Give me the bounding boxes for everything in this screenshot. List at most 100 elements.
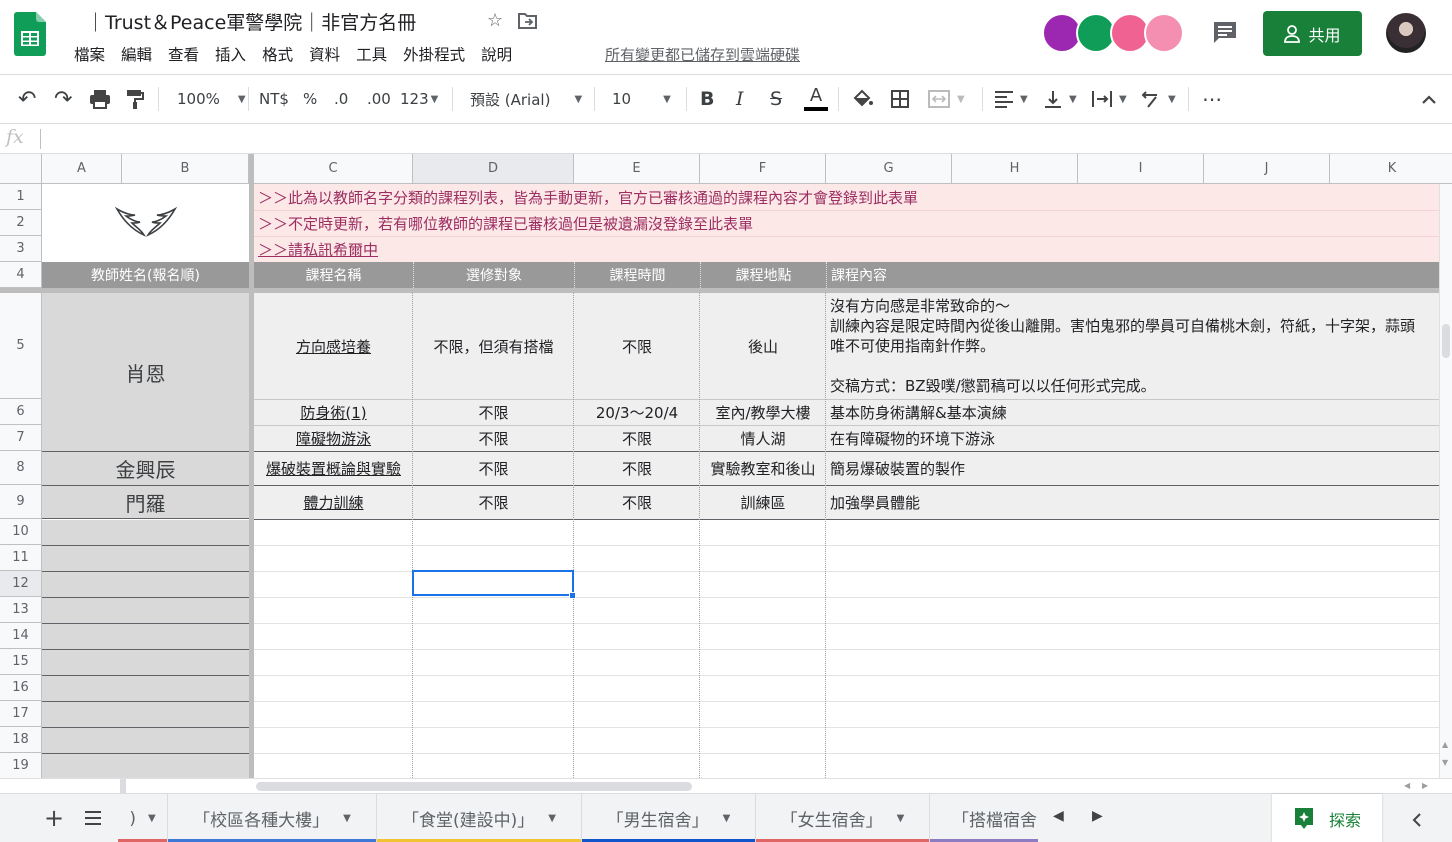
menu-help[interactable]: 說明 [473, 43, 520, 65]
column-header-i[interactable]: I [1078, 154, 1204, 184]
course-content-cell[interactable]: 簡易爆破裝置的製作 [826, 451, 1439, 485]
row-header-9[interactable]: 9 [0, 485, 42, 519]
sheet-tab-cafeteria[interactable]: 「食堂(建設中)」 ▼ [377, 794, 582, 842]
course-name-cell[interactable]: 體力訓練 [254, 485, 413, 519]
row-header-6[interactable]: 6 [0, 399, 42, 425]
undo-icon[interactable]: ↶ [18, 75, 36, 123]
collapse-menu-icon[interactable] [1421, 75, 1437, 123]
fill-color-icon[interactable] [852, 75, 874, 123]
all-sheets-icon[interactable] [84, 810, 102, 826]
course-location-cell[interactable]: 後山 [700, 293, 826, 399]
column-header-c[interactable]: C [254, 154, 413, 184]
column-header-b[interactable]: B [122, 154, 249, 184]
scroll-tabs-left-icon[interactable]: ◀ [1053, 808, 1064, 824]
course-target-cell[interactable]: 不限 [413, 451, 574, 485]
course-name-cell[interactable]: 爆破裝置概論與實驗 [254, 451, 413, 485]
course-time-cell[interactable]: 20/3～20/4 [574, 399, 700, 425]
add-sheet-icon[interactable]: + [44, 804, 64, 832]
vertical-scroll-thumb[interactable] [1442, 324, 1450, 358]
document-title[interactable]: ｜Trust＆Peace軍警學院｜非官方名冊 [86, 8, 416, 35]
menu-edit[interactable]: 編輯 [113, 43, 160, 65]
decrease-decimal-button[interactable]: .0 [334, 75, 348, 123]
star-icon[interactable]: ☆ [487, 10, 503, 31]
row-header-16[interactable]: 16 [0, 675, 42, 701]
header-course[interactable]: 課程名稱 [254, 262, 413, 288]
menu-tools[interactable]: 工具 [348, 43, 395, 65]
course-location-cell[interactable]: 情人湖 [700, 425, 826, 451]
sheet-tab-campus-buildings[interactable]: 「校區各種大樓」 ▼ [168, 794, 377, 842]
borders-icon[interactable] [890, 75, 910, 123]
formula-input[interactable] [40, 129, 41, 149]
course-name[interactable]: 防身術(1) [300, 402, 366, 423]
row-header-2[interactable]: 2 [0, 210, 42, 236]
course-target-cell[interactable]: 不限，但須有搭檔 [413, 293, 574, 399]
italic-button[interactable]: I [736, 75, 744, 123]
percent-format-button[interactable]: % [303, 75, 317, 123]
column-header-j[interactable]: J [1204, 154, 1330, 184]
course-target-cell[interactable]: 不限 [413, 485, 574, 519]
font-size-select[interactable]: 10 ▼ [612, 75, 671, 123]
row-header-18[interactable]: 18 [0, 727, 42, 753]
course-name[interactable]: 障礙物游泳 [296, 428, 371, 449]
font-family-select[interactable]: 預設 (Arial) ▼ [470, 75, 582, 123]
course-name-cell[interactable]: 防身術(1) [254, 399, 413, 425]
menu-view[interactable]: 查看 [160, 43, 207, 65]
sheet-tab-partial[interactable]: ) ▼ [118, 794, 168, 842]
select-all-corner[interactable] [0, 154, 42, 184]
teacher-cell-1[interactable]: 肖恩 [42, 293, 249, 451]
course-content-cell[interactable]: 沒有方向感是非常致命的～ 訓練內容是限定時間內從後山離開。害怕鬼邪的學員可自備桃… [826, 293, 1439, 399]
teacher-cell-2[interactable]: 金興辰 [42, 451, 249, 485]
row-header-7[interactable]: 7 [0, 425, 42, 451]
side-panel-toggle-icon[interactable] [1412, 812, 1422, 828]
horizontal-align-icon[interactable]: ▼ [994, 75, 1028, 123]
row-header-12[interactable]: 12 [0, 571, 42, 597]
spreadsheet-grid[interactable]: A B C D E F G H I J K 1 2 3 4 5 6 7 8 9 … [0, 154, 1452, 778]
vertical-scrollbar[interactable]: ▲ ▼ [1439, 184, 1452, 778]
header-content[interactable]: 課程內容 [826, 262, 1439, 288]
course-location-cell[interactable]: 訓練區 [700, 485, 826, 519]
save-status-link[interactable]: 所有變更都已儲存到雲端硬碟 [605, 44, 800, 65]
currency-format-button[interactable]: NT$ [259, 75, 289, 123]
course-content-cell[interactable]: 基本防身術講解&基本演練 [826, 399, 1439, 425]
course-name[interactable]: 方向感培養 [296, 336, 371, 357]
move-to-folder-icon[interactable] [518, 12, 538, 30]
note-row-1[interactable]: ＞＞此為以教師名字分類的課程列表，皆為手動更新，官方已審核通過的課程內容才會登錄… [254, 184, 1439, 210]
course-target-cell[interactable]: 不限 [413, 425, 574, 451]
course-time-cell[interactable]: 不限 [574, 451, 700, 485]
course-content-cell[interactable]: 加強學員體能 [826, 485, 1439, 519]
scroll-down-arrow-icon[interactable]: ▼ [1442, 758, 1448, 767]
teacher-cell-3[interactable]: 門羅 [42, 485, 249, 519]
account-avatar[interactable] [1386, 13, 1426, 53]
sheets-logo-icon[interactable] [14, 12, 46, 56]
redo-icon[interactable]: ↷ [54, 75, 72, 123]
course-location-cell[interactable]: 實驗教室和後山 [700, 451, 826, 485]
active-cell-selection[interactable] [412, 570, 574, 596]
note-row-3[interactable]: ＞＞請私訊希爾中 [254, 236, 1439, 262]
row-header-17[interactable]: 17 [0, 701, 42, 727]
menu-addons[interactable]: 外掛程式 [395, 43, 473, 65]
row-header-15[interactable]: 15 [0, 649, 42, 675]
course-location-cell[interactable]: 室內/教學大樓 [700, 399, 826, 425]
row-header-8[interactable]: 8 [0, 451, 42, 485]
course-content-cell[interactable]: 在有障礙物的环境下游泳 [826, 425, 1439, 451]
column-header-e[interactable]: E [574, 154, 700, 184]
menu-insert[interactable]: 插入 [207, 43, 254, 65]
row-header-1[interactable]: 1 [0, 184, 42, 210]
column-header-f[interactable]: F [700, 154, 826, 184]
header-teacher[interactable]: 教師姓名(報名順) [42, 262, 249, 288]
course-name[interactable]: 爆破裝置概論與實驗 [266, 458, 401, 479]
row-header-13[interactable]: 13 [0, 597, 42, 623]
row-header-11[interactable]: 11 [0, 545, 42, 571]
horizontal-scroll-thumb[interactable] [256, 782, 692, 791]
note-row-2[interactable]: ＞＞不定時更新，若有哪位教師的課程已審核過但是被遺漏沒登錄至此表單 [254, 210, 1439, 236]
share-button[interactable]: 共用 [1263, 11, 1362, 56]
sheet-tab-female-dorm[interactable]: 「女生宿舍」 ▼ [756, 794, 930, 842]
column-header-a[interactable]: A [42, 154, 122, 184]
number-format-select[interactable]: 123 ▼ [400, 75, 438, 123]
row-header-5[interactable]: 5 [0, 293, 42, 399]
scroll-tabs-right-icon[interactable]: ▶ [1092, 808, 1103, 824]
row-header-10[interactable]: 10 [0, 519, 42, 545]
row-header-14[interactable]: 14 [0, 623, 42, 649]
header-location[interactable]: 課程地點 [700, 262, 826, 288]
column-header-h[interactable]: H [952, 154, 1078, 184]
